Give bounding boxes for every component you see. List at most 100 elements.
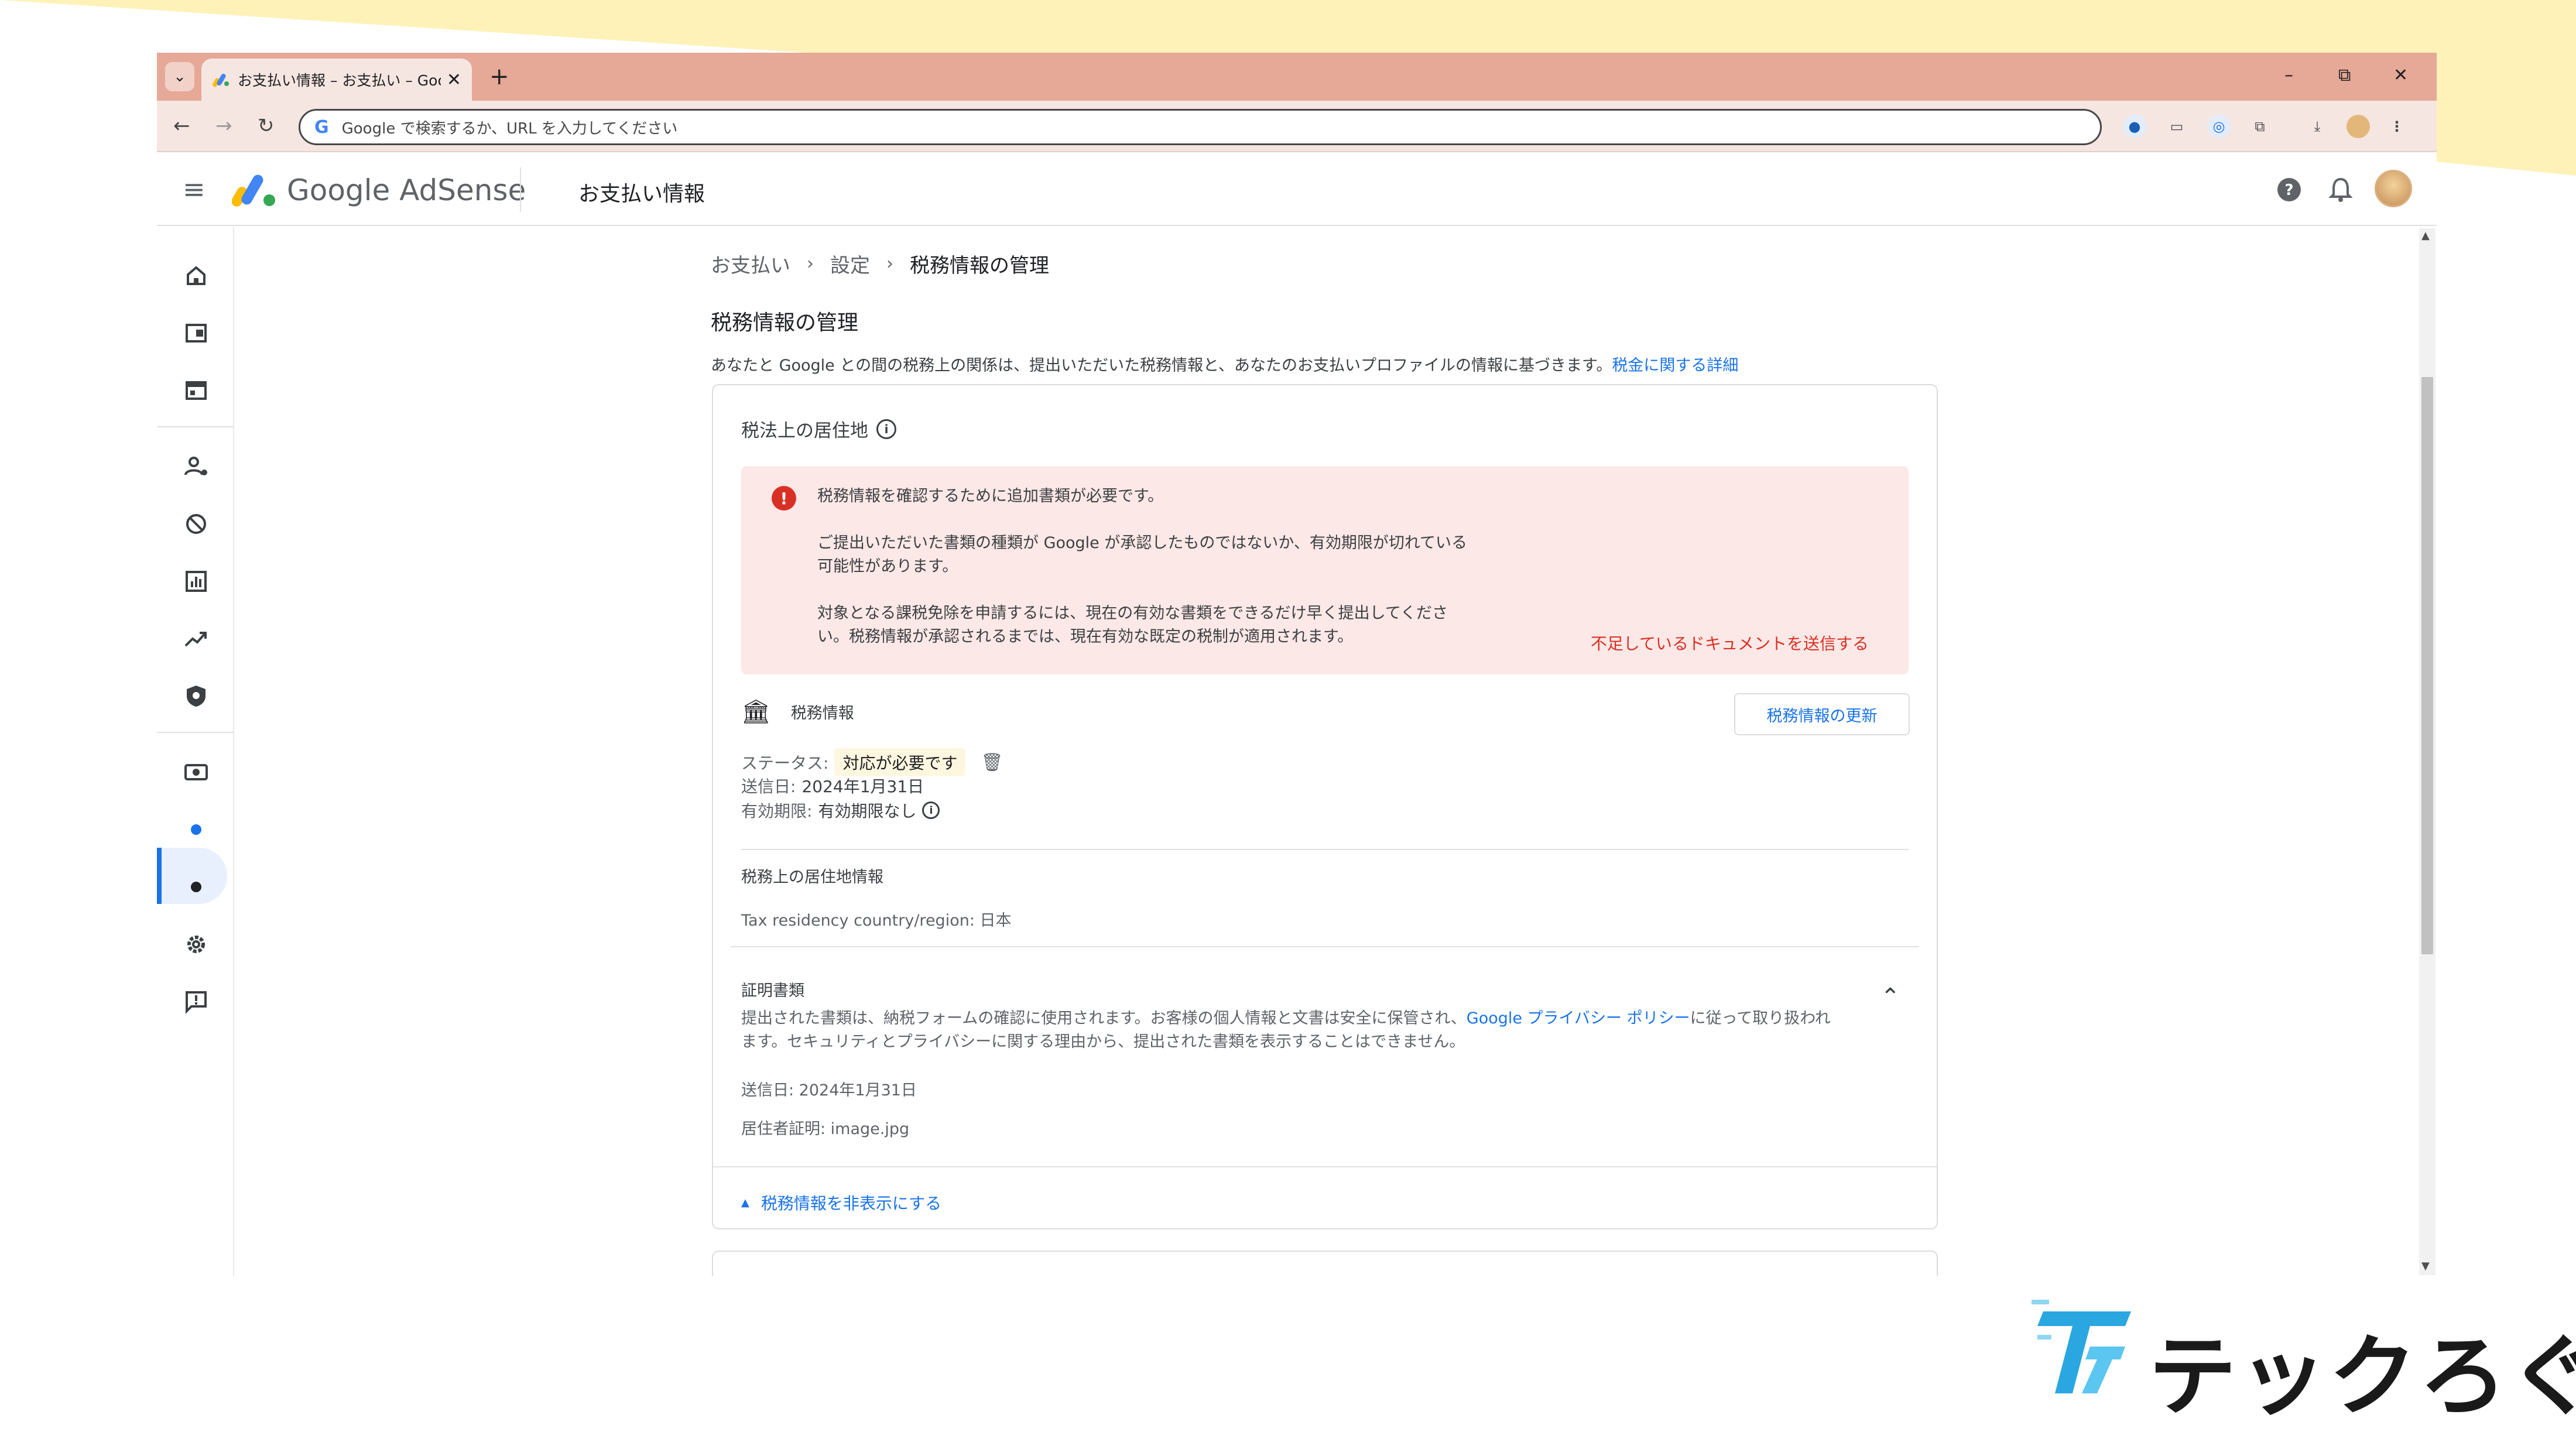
tax-info-row: 🏛 税務情報 [741, 698, 854, 725]
sent-date-label: 送信日: [741, 777, 796, 796]
payments-info-item[interactable] [180, 814, 212, 845]
main-content: お支払い › 設定 › 税務情報の管理 税務情報の管理 あなたと Google … [239, 227, 2405, 1276]
tab-close-icon[interactable]: ✕ [447, 70, 461, 90]
brand-name: Google AdSense [287, 173, 526, 207]
alert-title: 税務情報を確認するために追加書類が必要です。 [817, 487, 1164, 505]
browser-tab[interactable]: お支払い情報 – お支払い – Goog ✕ [201, 59, 472, 101]
status-row: ステータス: 対応が必要です 🗑 [741, 748, 1003, 776]
alert-body-line: 可能性があります。 [817, 557, 958, 576]
sent-date-value: 2024年1月31日 [801, 777, 924, 796]
address-placeholder: Google で検索するか、URL を入力してください [341, 119, 678, 138]
adsense-logo-icon [232, 174, 275, 207]
forward-icon[interactable]: → [215, 112, 232, 139]
minimize-button[interactable]: – [2284, 61, 2293, 90]
tab-title: お支払い情報 – お支払い – Goog [238, 72, 441, 89]
status-label: ステータス: [741, 753, 829, 773]
help-icon[interactable]: ? [2275, 176, 2303, 204]
proof-description-line: ます。セキュリティとプライバシーに関する理由から、提出された書類を表示することは… [741, 1033, 1465, 1051]
proof-text: 提出された書類は、納税フォームの確認に使用されます。お客様の個人情報と文書は安全… [741, 1009, 1467, 1027]
proof-text: に従って取り扱われ [1690, 1009, 1831, 1027]
tax-residency-card: 税法上の居住地 i ! 税務情報を確認するために追加書類が必要です。 ご提出いた… [712, 384, 1938, 1229]
address-bar[interactable]: G Google で検索するか、URL を入力してください [299, 109, 2102, 145]
intro-text: あなたと Google との間の税務上の関係は、提出いただいた税務情報と、あなた… [711, 357, 1612, 375]
hide-tax-info-link[interactable]: ▲ 税務情報を非表示にする [741, 1191, 941, 1214]
send-missing-documents-link[interactable]: 不足しているドキュメントを送信する [1591, 631, 1869, 655]
password-extension-icon[interactable]: ● [2123, 115, 2146, 138]
section-intro: あなたと Google との間の税務上の関係は、提出いただいた税務情報と、あなた… [711, 352, 1738, 375]
sites-icon[interactable] [180, 375, 212, 406]
privacy-icon[interactable] [180, 680, 212, 712]
profile-icon[interactable] [2347, 115, 2370, 138]
caret-up-icon: ▲ [741, 1196, 749, 1209]
scrollbar-thumb[interactable] [2421, 377, 2433, 954]
browser-window: ⌄ お支払い情報 – お支払い – Goog ✕ + – ⧉ ✕ ← → ↻ G… [157, 53, 2437, 1276]
residency-heading: 税務上の居住地情報 [741, 868, 883, 886]
alert-body-line: 対象となる課税免除を申請するには、現在の有効な書類をできるだけ早く提出してくださ [817, 604, 1448, 622]
card-footer-divider [713, 1166, 1937, 1167]
settings-icon[interactable] [180, 929, 212, 960]
adsense-favicon-icon [213, 73, 229, 87]
adsense-header: ≡ Google AdSense お支払い情報 ? [157, 153, 2437, 226]
breadcrumb-current: 税務情報の管理 [910, 254, 1049, 278]
breadcrumb-settings[interactable]: 設定 [830, 249, 870, 278]
hide-tax-info-text: 税務情報を非表示にする [761, 1194, 942, 1213]
reload-icon[interactable]: ↻ [258, 112, 275, 139]
breadcrumb-payments[interactable]: お支払い [711, 249, 790, 278]
rail-divider [157, 732, 234, 733]
expiry-label: 有効期限: [741, 801, 813, 821]
techlog-watermark: テックろぐ [2032, 1294, 2576, 1428]
new-tab-button[interactable]: + [489, 62, 509, 91]
chevron-right-icon: › [886, 254, 893, 274]
optimization-icon[interactable] [180, 623, 212, 655]
card-heading: 税法上の居住地 i [741, 416, 896, 442]
delete-icon[interactable]: 🗑 [981, 752, 1003, 773]
tax-details-link[interactable]: 税金に関する詳細 [1612, 357, 1738, 375]
screenshot-extension-icon[interactable]: ▭ [2165, 115, 2188, 138]
tab-search-button[interactable]: ⌄ [165, 62, 194, 91]
back-icon[interactable]: ← [173, 112, 190, 139]
status-badge: 対応が必要です [834, 748, 966, 776]
sent-date-row: 送信日: 2024年1月31日 [741, 774, 924, 797]
info-icon[interactable]: i [922, 801, 940, 819]
header-divider [520, 167, 521, 212]
svg-text:?: ? [2284, 181, 2293, 199]
expiry-row: 有効期限: 有効期限なし i [741, 799, 940, 822]
scroll-up-arrow-icon[interactable]: ▲ [2421, 229, 2430, 242]
translate-extension-icon[interactable]: ◎ [2207, 115, 2231, 138]
section-divider [731, 946, 1919, 947]
section-heading: 税務情報の管理 [711, 311, 859, 335]
info-icon[interactable]: i [876, 419, 896, 439]
scroll-down-arrow-icon[interactable]: ▼ [2421, 1260, 2430, 1272]
rail-divider [157, 426, 234, 427]
error-icon: ! [772, 486, 796, 511]
left-nav-rail [157, 227, 234, 1276]
extensions-icon[interactable]: ⧉ [2248, 115, 2272, 138]
download-icon[interactable]: ⤓ [2306, 115, 2329, 138]
watermark-text: テックろぐ [2149, 1326, 2576, 1428]
notifications-icon[interactable] [2327, 176, 2355, 204]
blocking-icon[interactable] [180, 508, 212, 540]
user-avatar[interactable] [2375, 170, 2412, 207]
browser-menu-icon[interactable]: ⋮ [2385, 115, 2409, 138]
privacy-policy-link[interactable]: Google プライバシー ポリシー [1467, 1009, 1690, 1027]
proof-description: 提出された書類は、納税フォームの確認に使用されます。お客様の個人情報と文書は安全… [741, 1007, 1906, 1030]
breadcrumb: お支払い › 設定 › 税務情報の管理 [711, 249, 1049, 278]
restore-button[interactable]: ⧉ [2338, 61, 2351, 90]
payments-icon[interactable] [180, 756, 212, 788]
main-menu-icon[interactable]: ≡ [183, 176, 205, 203]
page-scrollbar[interactable]: ▲ ▼ [2419, 228, 2435, 1275]
account-icon[interactable] [180, 451, 212, 482]
reports-icon[interactable] [180, 566, 212, 597]
residency-country: Tax residency country/region: 日本 [741, 912, 1012, 930]
update-tax-info-button[interactable]: 税務情報の更新 [1734, 693, 1910, 735]
feedback-icon[interactable] [180, 986, 212, 1018]
next-card [712, 1251, 1938, 1276]
close-window-button[interactable]: ✕ [2393, 61, 2408, 90]
ads-icon[interactable] [180, 317, 212, 349]
page-title: お支払い情報 [578, 182, 705, 206]
rail-active-indicator [157, 848, 162, 904]
payments-settings-item[interactable] [180, 871, 212, 903]
techlog-logo-icon [2032, 1300, 2131, 1393]
home-icon[interactable] [180, 260, 212, 292]
google-g-icon: G [314, 117, 329, 138]
